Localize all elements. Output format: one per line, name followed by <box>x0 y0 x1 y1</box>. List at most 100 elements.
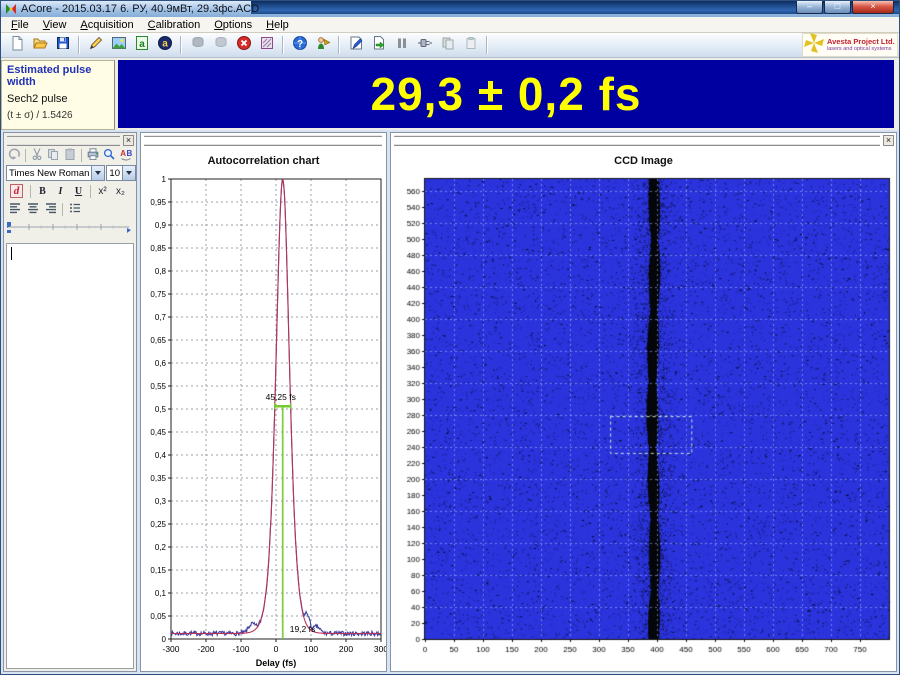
vendor-logo: Avesta Project Ltd. lasers and optical s… <box>802 33 898 57</box>
calibration-pen-button[interactable] <box>84 35 107 55</box>
paste-text-button <box>62 147 78 163</box>
copy-text-button <box>45 147 61 163</box>
minimize-button[interactable]: – <box>796 1 823 14</box>
panel-grip[interactable] <box>394 135 880 146</box>
bullet-list-button[interactable] <box>66 201 83 217</box>
underline-button[interactable]: U <box>70 183 87 199</box>
autocorrelation-chart[interactable]: 10,950,90,850,80,750,70,650,60,550,50,45… <box>141 170 386 670</box>
printer-icon <box>86 147 100 164</box>
pulse-model: Sech2 pulse <box>7 93 109 105</box>
svg-text:0,45: 0,45 <box>150 428 166 437</box>
statistics-button <box>390 35 413 55</box>
svg-text:100: 100 <box>304 644 318 654</box>
help-button[interactable]: ? <box>288 35 311 55</box>
app-icon <box>5 3 17 15</box>
bold-button[interactable]: B <box>34 183 51 199</box>
panel-grip[interactable] <box>7 135 120 146</box>
font-size-select[interactable]: 10 <box>106 165 136 181</box>
clipboard-icon <box>63 147 77 164</box>
maximize-button[interactable]: □ <box>824 1 851 14</box>
image-icon <box>111 35 127 56</box>
save-button[interactable] <box>51 35 74 55</box>
undo-icon <box>7 147 21 164</box>
pulse-info-title: Estimated pulse width <box>7 64 109 88</box>
stop-icon <box>236 35 252 56</box>
menu-file[interactable]: File <box>4 19 36 31</box>
open-file-icon <box>32 35 48 56</box>
ccd-image[interactable] <box>391 170 896 670</box>
svg-text:-200: -200 <box>197 644 214 654</box>
svg-text:200: 200 <box>339 644 353 654</box>
svg-text:0,3: 0,3 <box>155 497 167 506</box>
zoom-button[interactable] <box>102 147 118 163</box>
align-left-button[interactable] <box>6 201 23 217</box>
plug-icon <box>417 35 433 56</box>
vendor-tagline: lasers and optical systems <box>827 46 895 52</box>
menu-view[interactable]: View <box>36 19 74 31</box>
report-editor-panel: × AB Times New Roman 10 <box>3 132 137 672</box>
svg-text:0,2: 0,2 <box>155 543 167 552</box>
menu-acquisition[interactable]: Acquisition <box>73 19 140 31</box>
align-right-icon <box>44 201 58 218</box>
svg-text:?: ? <box>296 39 302 50</box>
menu-bar: File View Acquisition Calibration Option… <box>1 17 899 33</box>
superscript-button[interactable]: x² <box>94 183 111 199</box>
toolbar-separator <box>78 36 80 54</box>
autocorrelation-chart-title: Autocorrelation chart <box>141 146 386 170</box>
cut-button <box>29 147 45 163</box>
copy-icon <box>46 147 60 164</box>
svg-text:Delay (fs): Delay (fs) <box>256 658 297 668</box>
vendor-name: Avesta Project Ltd. <box>827 38 895 46</box>
editor-separator <box>90 185 91 198</box>
subscript-button[interactable]: x₂ <box>112 183 129 199</box>
copy-button <box>436 35 459 55</box>
svg-text:0,65: 0,65 <box>150 336 166 345</box>
export-web-button[interactable]: a <box>153 35 176 55</box>
font-family-select[interactable]: Times New Roman <box>6 165 105 181</box>
open-file-button[interactable] <box>28 35 51 55</box>
export-excel-button[interactable]: a <box>130 35 153 55</box>
acq-forward-button <box>209 35 232 55</box>
svg-text:0,5: 0,5 <box>155 405 167 414</box>
report-text-area[interactable] <box>6 243 134 669</box>
view-image-button[interactable] <box>107 35 130 55</box>
ccd-image-panel: × CCD Image <box>390 132 897 672</box>
print-button[interactable] <box>85 147 101 163</box>
menu-options[interactable]: Options <box>207 19 259 31</box>
dropdown-arrow-icon[interactable] <box>122 166 135 180</box>
menu-calibration[interactable]: Calibration <box>141 19 208 31</box>
align-right-button[interactable] <box>42 201 59 217</box>
font-family-value: Times New Roman <box>7 168 91 179</box>
avesta-logo-icon <box>803 32 825 59</box>
result-row: Estimated pulse width Sech2 pulse (t ± σ… <box>1 58 899 130</box>
panel-grip[interactable] <box>144 135 382 146</box>
drop-cap-button[interactable]: d <box>6 183 27 199</box>
svg-text:0: 0 <box>274 644 279 654</box>
acq-stop-button[interactable] <box>232 35 255 55</box>
edit-report-button[interactable] <box>344 35 367 55</box>
svg-text:0,55: 0,55 <box>150 382 166 391</box>
panel-close-button[interactable]: × <box>123 135 134 146</box>
svg-text:1: 1 <box>162 175 167 184</box>
ruler[interactable] <box>5 218 133 241</box>
align-center-button[interactable] <box>24 201 41 217</box>
panel-close-button[interactable]: × <box>883 135 894 146</box>
connection-button[interactable] <box>413 35 436 55</box>
find-replace-icon: AB <box>119 147 133 164</box>
find-replace-button[interactable]: AB <box>118 147 134 163</box>
italic-button[interactable]: I <box>52 183 69 199</box>
help-globe-icon: ? <box>292 35 308 56</box>
close-button[interactable]: × <box>852 1 894 14</box>
setup-wizard-button[interactable] <box>311 35 334 55</box>
acq-back-icon <box>190 35 206 56</box>
main-toolbar: a a ? Avesta Project Ltd. lasers and opt… <box>1 33 899 58</box>
magnifier-icon <box>102 147 116 164</box>
new-file-button[interactable] <box>5 35 28 55</box>
background-frame-button[interactable] <box>255 35 278 55</box>
export-report-button[interactable] <box>367 35 390 55</box>
dropdown-arrow-icon[interactable] <box>91 166 104 180</box>
web-export-icon: a <box>157 35 173 56</box>
svg-text:A: A <box>120 149 126 158</box>
svg-text:0,05: 0,05 <box>150 612 166 621</box>
menu-help[interactable]: Help <box>259 19 296 31</box>
